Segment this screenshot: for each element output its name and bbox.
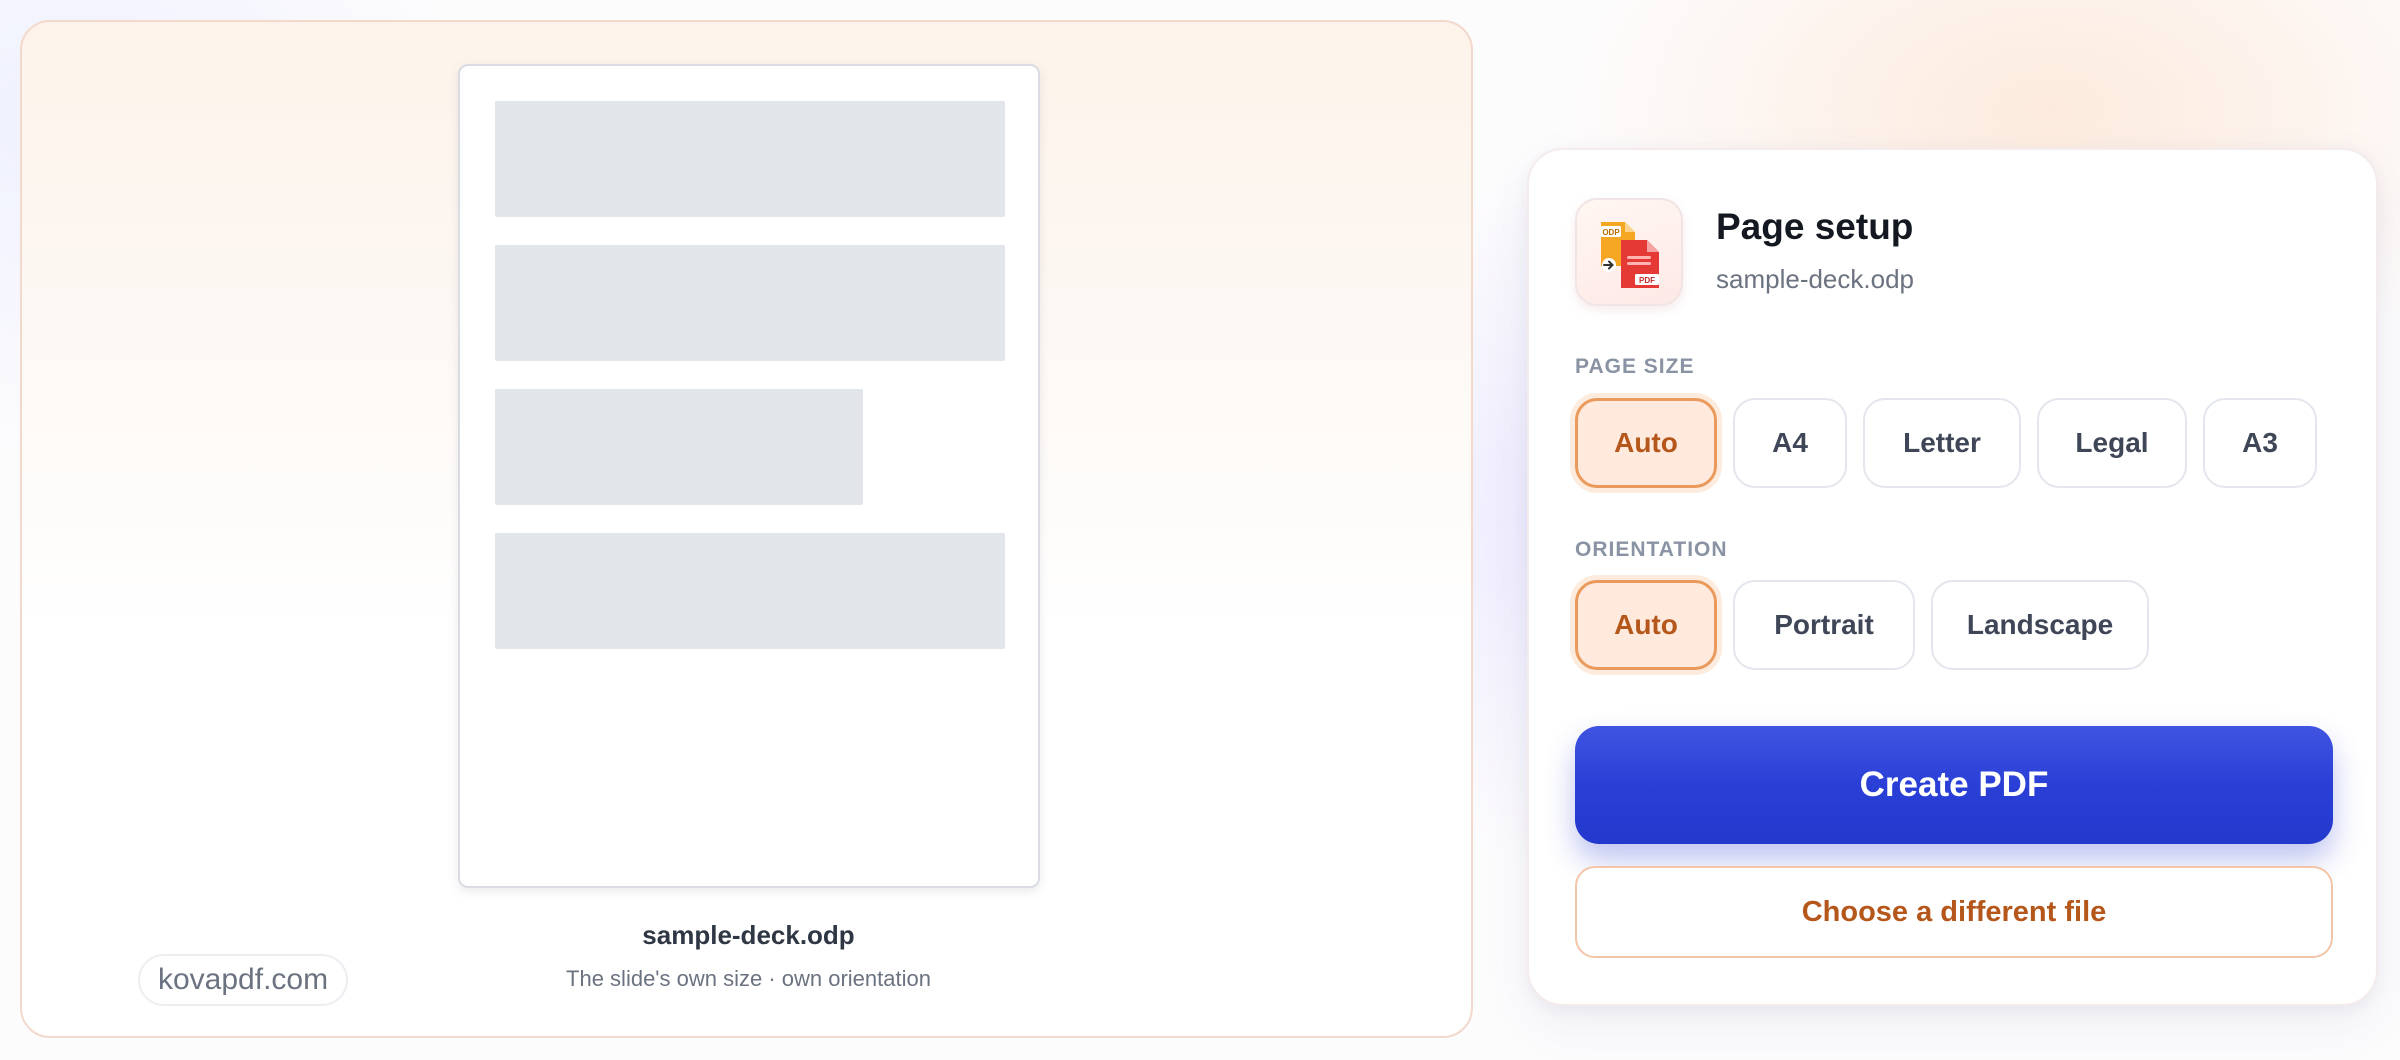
page-size-label: PAGE SIZE [1575, 355, 1695, 378]
orientation-label: ORIENTATION [1575, 538, 1728, 561]
page-size-auto-button[interactable]: Auto [1575, 398, 1717, 488]
placeholder-block [495, 101, 1005, 217]
brand-badge[interactable]: kovapdf.com [138, 954, 349, 1006]
placeholder-block [495, 533, 1005, 649]
page-setup-card: ODP PDF Page setup sample-deck.odp PAGE … [1527, 148, 2378, 1006]
orientation-auto-button[interactable]: Auto [1575, 580, 1717, 670]
file-convert-icon: ODP PDF [1601, 222, 1659, 288]
preview-filename: sample-deck.odp [642, 920, 855, 950]
odp-to-pdf-icon: ODP PDF [1575, 198, 1683, 306]
choose-different-file-button[interactable]: Choose a different file [1575, 866, 2333, 958]
svg-text:PDF: PDF [1639, 276, 1655, 285]
placeholder-block [495, 245, 1005, 361]
page-size-a4-button[interactable]: A4 [1733, 398, 1847, 488]
preview-panel: sample-deck.odp The slide's own size · o… [20, 20, 1473, 1038]
placeholder-block [495, 389, 863, 505]
card-filename: sample-deck.odp [1716, 264, 1914, 294]
card-title: Page setup [1716, 206, 1914, 247]
orientation-landscape-button[interactable]: Landscape [1931, 580, 2149, 670]
orientation-portrait-button[interactable]: Portrait [1733, 580, 1915, 670]
document-preview-page [458, 64, 1040, 888]
svg-text:ODP: ODP [1602, 228, 1620, 237]
page-size-a3-button[interactable]: A3 [2203, 398, 2317, 488]
page-size-letter-button[interactable]: Letter [1863, 398, 2021, 488]
create-pdf-button[interactable]: Create PDF [1575, 726, 2333, 844]
page-size-legal-button[interactable]: Legal [2037, 398, 2187, 488]
